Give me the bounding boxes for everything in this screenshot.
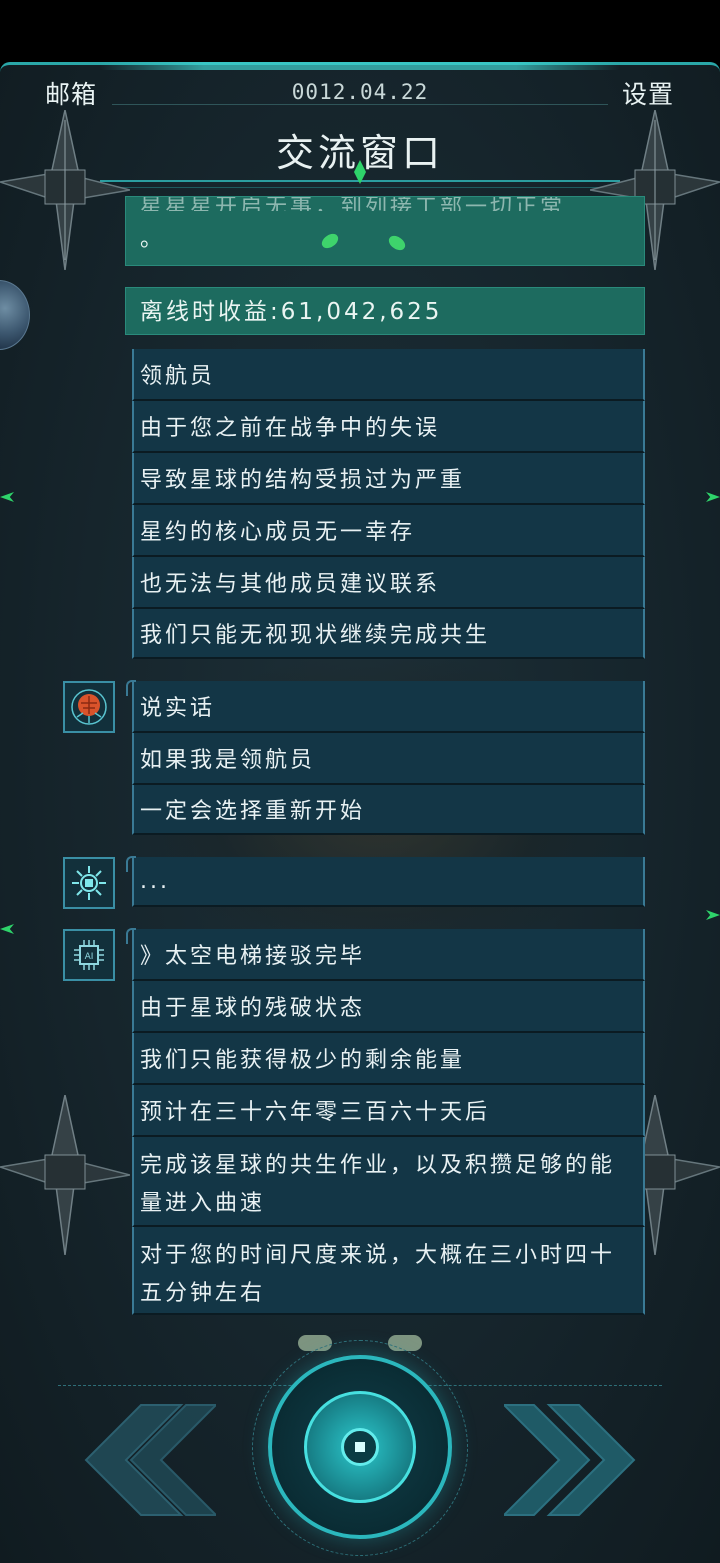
brain-circuit-avatar-icon bbox=[63, 681, 115, 733]
double-chevron-left-icon[interactable] bbox=[66, 1395, 216, 1525]
message-bubble: 说实话 bbox=[126, 680, 645, 733]
message-bubble: 完成该星球的共生作业，以及积攒足够的能量进入曲速 bbox=[132, 1137, 645, 1227]
system-notice: 星星星开启无事，到列接工部一切正常 。 bbox=[125, 196, 645, 266]
message-bubble: 也无法与其他成员建议联系 bbox=[132, 557, 645, 609]
message-bubble: 预计在三十六年零三百六十天后 bbox=[132, 1085, 645, 1137]
svg-text:AI: AI bbox=[85, 952, 94, 962]
message-bubble: 由于星球的残破状态 bbox=[132, 981, 645, 1033]
bubble-tail bbox=[126, 856, 136, 872]
message-bubble: 我们只能获得极少的剩余能量 bbox=[132, 1033, 645, 1085]
spaceship-icon bbox=[0, 110, 130, 270]
spaceship-icon bbox=[0, 1095, 130, 1255]
message-bubble: 导致星球的结构受损过为严重 bbox=[132, 453, 645, 505]
message-bubble: 领航员 bbox=[132, 349, 645, 401]
header-divider bbox=[112, 104, 608, 105]
message-bubble: 一定会选择重新开始 bbox=[132, 785, 645, 835]
core-button-inner bbox=[304, 1391, 416, 1503]
message-bubble: 》太空电梯接驳完毕 bbox=[126, 928, 645, 981]
double-chevron-right-icon[interactable] bbox=[504, 1395, 654, 1525]
core-button[interactable] bbox=[268, 1355, 452, 1539]
bubble-tail bbox=[126, 680, 136, 696]
message-bubble: 星约的核心成员无一幸存 bbox=[132, 505, 645, 557]
message-text: 说实话 bbox=[140, 696, 216, 721]
offline-income-notice: 离线时收益:61,042,625 bbox=[125, 287, 645, 335]
message-bubble: 对于您的时间尺度来说，大概在三小时四十五分钟左右 bbox=[132, 1227, 645, 1315]
bubble-tail bbox=[126, 928, 136, 944]
core-button-icon bbox=[341, 1428, 379, 1466]
settings-button[interactable]: 设置 bbox=[622, 75, 674, 111]
chip-sun-avatar-icon bbox=[63, 857, 115, 909]
notice-text-clipped: 星星星开启无事，到列接工部一切正常 bbox=[140, 196, 566, 211]
message-bubble: ... bbox=[126, 856, 645, 907]
message-bubble: 如果我是领航员 bbox=[132, 733, 645, 785]
message-text: 》太空电梯接驳完毕 bbox=[140, 944, 366, 969]
message-bubble: 由于您之前在战争中的失误 bbox=[132, 401, 645, 453]
game-date: 0012.04.22 bbox=[291, 80, 429, 104]
top-glow bbox=[100, 62, 620, 70]
message-text: ... bbox=[140, 868, 170, 894]
ai-chip-avatar-icon: AI bbox=[63, 929, 115, 981]
message-bubble: 我们只能无视现状继续完成共生 bbox=[132, 609, 645, 659]
notice-text: 。 bbox=[140, 227, 166, 252]
